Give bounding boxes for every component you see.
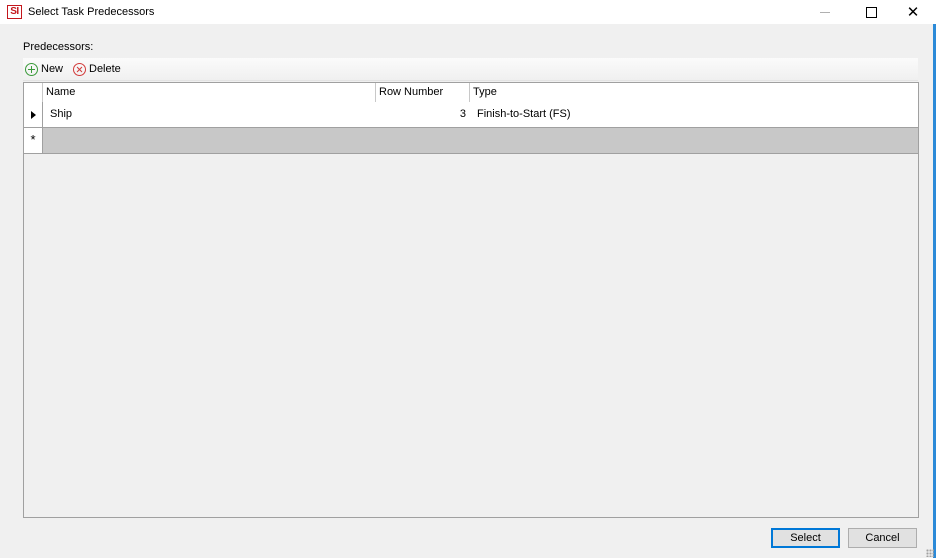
column-header-name[interactable]: Name xyxy=(43,83,376,102)
minimize-button[interactable] xyxy=(802,0,848,24)
new-button[interactable]: New xyxy=(25,61,63,77)
delete-button[interactable]: Delete xyxy=(73,61,121,77)
new-row[interactable]: * xyxy=(24,128,918,154)
column-header-type[interactable]: Type xyxy=(470,83,918,102)
table-row[interactable]: Ship 3 Finish-to-Start (FS) xyxy=(24,102,918,128)
close-button[interactable]: ✕ xyxy=(890,0,936,24)
new-button-label: New xyxy=(41,63,64,75)
minimize-icon xyxy=(820,11,830,13)
row-selector[interactable] xyxy=(24,102,43,127)
add-icon xyxy=(25,62,38,76)
grid-header: Name Row Number Type xyxy=(24,83,918,103)
cell-type[interactable]: Finish-to-Start (FS) xyxy=(470,102,918,127)
maximize-icon xyxy=(865,6,877,18)
delete-button-label: Delete xyxy=(89,63,121,75)
maximize-button[interactable] xyxy=(848,0,894,24)
cancel-button[interactable]: Cancel xyxy=(848,528,917,548)
select-button[interactable]: Select xyxy=(771,528,840,548)
grid-toolbar: New Delete xyxy=(23,58,918,81)
cell-name[interactable]: Ship xyxy=(43,102,376,127)
close-icon: ✕ xyxy=(906,3,920,21)
delete-icon xyxy=(73,62,86,76)
resize-grip-icon[interactable] xyxy=(926,549,934,557)
predecessors-label: Predecessors: xyxy=(23,41,94,53)
new-row-asterisk-icon: * xyxy=(30,132,36,147)
cell-row-number[interactable]: 3 xyxy=(376,102,470,127)
header-row-selector[interactable] xyxy=(24,83,43,102)
new-row-selector[interactable]: * xyxy=(24,128,43,153)
column-header-row-number[interactable]: Row Number xyxy=(376,83,470,102)
title-bar: SI Select Task Predecessors ✕ xyxy=(0,0,936,24)
window-title: Select Task Predecessors xyxy=(28,6,155,18)
current-row-icon xyxy=(31,111,36,119)
app-logo-icon: SI xyxy=(7,5,22,19)
predecessors-grid[interactable]: Name Row Number Type Ship 3 Finish-to-St… xyxy=(23,82,919,518)
